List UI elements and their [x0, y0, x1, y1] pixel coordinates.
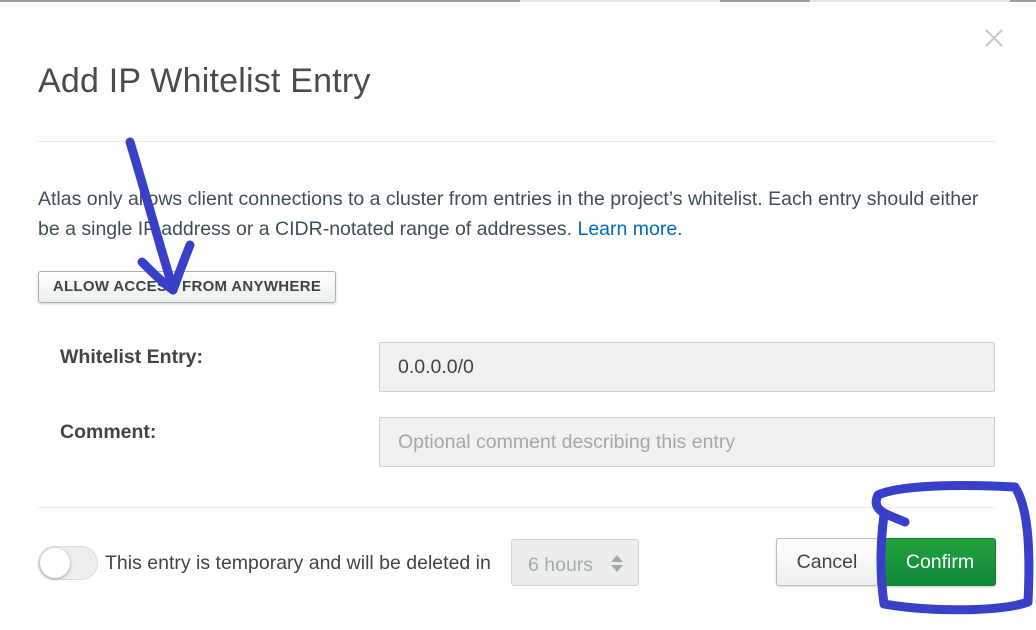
- dialog-title: Add IP Whitelist Entry: [38, 62, 371, 100]
- header-divider: [38, 141, 995, 142]
- footer-divider: [38, 507, 995, 508]
- close-icon[interactable]: [980, 24, 1008, 52]
- background-hint: [520, 0, 720, 2]
- whitelist-entry-input[interactable]: [379, 342, 995, 392]
- description-text: Atlas only allows client connections to …: [38, 184, 998, 244]
- background-hint: [810, 0, 1010, 2]
- temporary-entry-label: This entry is temporary and will be dele…: [105, 552, 491, 574]
- whitelist-entry-label: Whitelist Entry:: [60, 346, 204, 368]
- toggle-knob: [40, 548, 70, 578]
- duration-select[interactable]: 6 hours: [511, 539, 639, 586]
- confirm-button[interactable]: Confirm: [884, 538, 996, 586]
- description-body: Atlas only allows client connections to …: [38, 188, 979, 240]
- allow-access-from-anywhere-button[interactable]: ALLOW ACCESS FROM ANYWHERE: [38, 271, 336, 303]
- comment-label: Comment:: [60, 421, 157, 443]
- learn-more-link[interactable]: Learn more.: [577, 218, 682, 240]
- comment-input[interactable]: [379, 417, 995, 467]
- duration-value: 6 hours: [528, 554, 594, 576]
- temporary-entry-toggle[interactable]: [38, 546, 98, 580]
- chevron-up-down-icon: [611, 555, 623, 572]
- cancel-button[interactable]: Cancel: [776, 538, 878, 586]
